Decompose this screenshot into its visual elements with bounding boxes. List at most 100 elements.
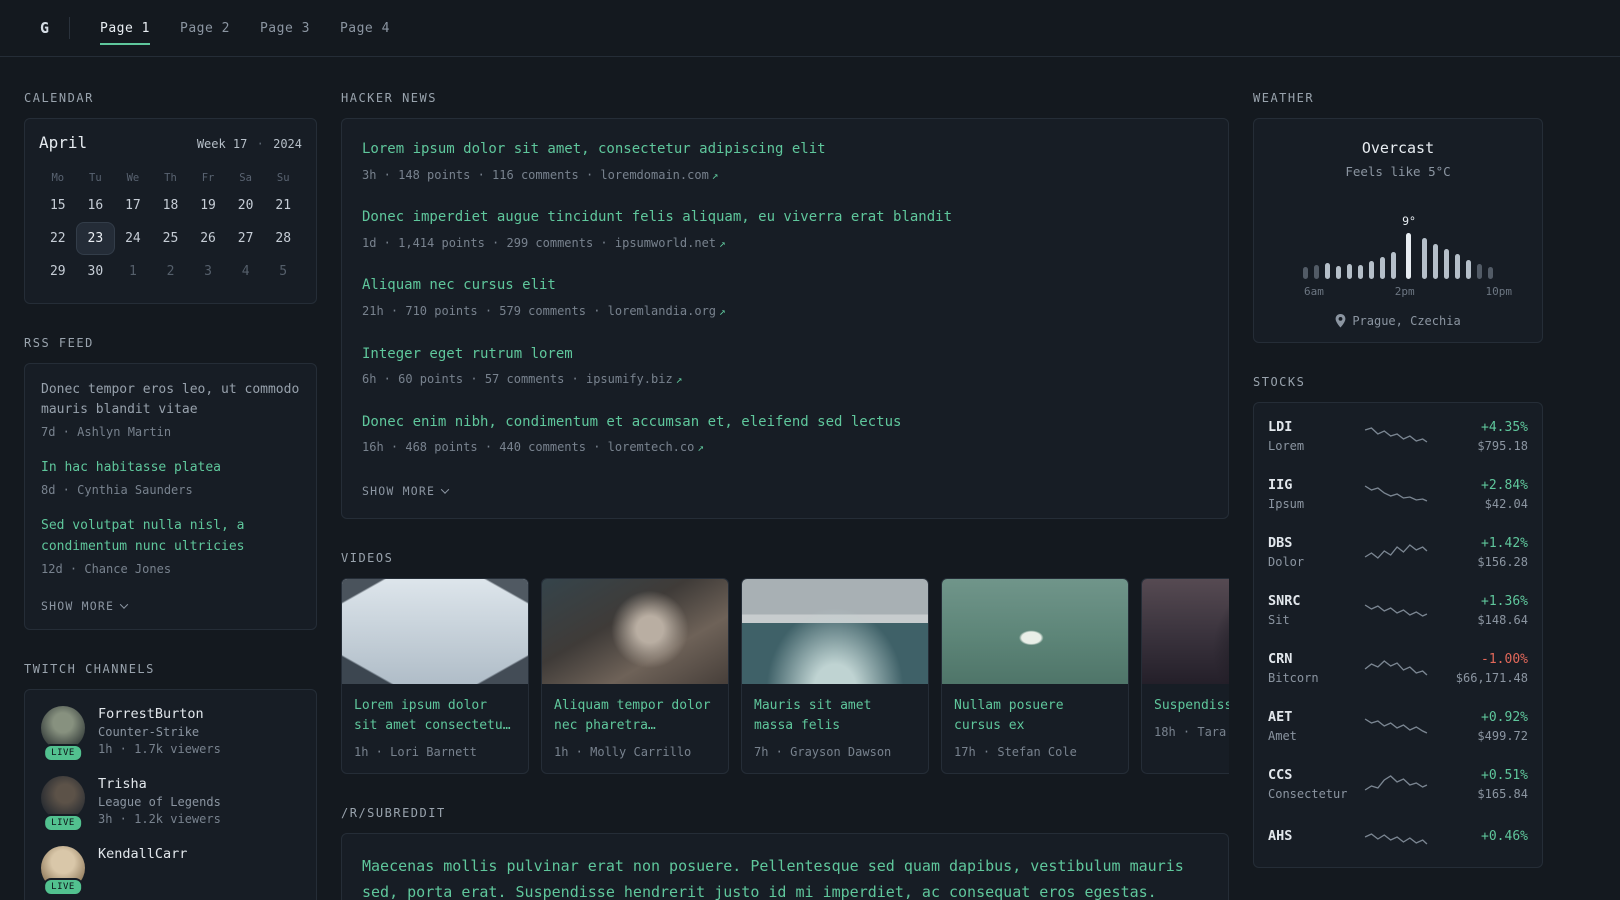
weather-chart: 9° 6am 2pm 10pm bbox=[1270, 193, 1526, 298]
weather-bar bbox=[1314, 265, 1320, 279]
weather-axis-label: 2pm bbox=[1394, 285, 1415, 298]
calendar-card: April Week 17 · 2024 Mo Tu We Th Fr Sa Su 15 16… bbox=[24, 118, 317, 304]
hackernews-item-title[interactable]: Integer eget rutrum lorem bbox=[362, 344, 1208, 366]
page-tab[interactable]: Page 3 bbox=[248, 11, 322, 45]
stock-ticker: AET bbox=[1268, 709, 1293, 725]
rss-item-title[interactable]: Donec tempor eros leo, ut commodo mauris… bbox=[41, 380, 300, 420]
source-link[interactable]: ipsumworld.net bbox=[615, 236, 716, 250]
stock-row[interactable]: CRN Bitcorn -1.00% $66,171.48 bbox=[1268, 639, 1528, 697]
calendar-weekday: We bbox=[126, 172, 140, 184]
stock-values: +4.35% $795.18 bbox=[1438, 420, 1528, 453]
video-card-body: Lorem ipsum dolor sit amet consectetu… 1… bbox=[342, 684, 528, 773]
avatar-wrap: LIVE bbox=[41, 705, 85, 762]
calendar-widget: CALENDAR April Week 17 · 2024 Mo Tu We Th Fr… bbox=[24, 91, 317, 304]
hackernews-item-title[interactable]: Donec enim nibh, condimentum et accumsan… bbox=[362, 412, 1208, 434]
stocks-card: LDI Lorem +4.35% $795.18 IIG Ipsum +2.84… bbox=[1253, 402, 1543, 868]
rss-item-title[interactable]: Sed volutpat nulla nisl, a condimentum n… bbox=[41, 516, 300, 556]
rss-item-title[interactable]: In hac habitasse platea bbox=[41, 458, 300, 478]
twitch-channel-row[interactable]: LIVE ForrestBurton Counter-Strike 1h · 1… bbox=[41, 705, 300, 762]
stock-change: +4.35% bbox=[1481, 419, 1528, 435]
calendar-weekday: Sa bbox=[239, 172, 252, 184]
calendar-day: 18 bbox=[162, 198, 179, 213]
twitch-channel-row[interactable]: LIVE KendallCarr bbox=[41, 845, 300, 896]
twitch-widget: TWITCH CHANNELS LIVE ForrestBurton Count… bbox=[24, 662, 317, 900]
stock-name: Amet bbox=[1268, 729, 1297, 743]
weather-bar bbox=[1421, 238, 1427, 279]
calendar-weekday-row: Mo Tu We Th Fr Sa Su bbox=[39, 168, 302, 188]
channel-name[interactable]: Trisha bbox=[98, 776, 221, 792]
weather-bar bbox=[1391, 252, 1397, 279]
twitch-card: LIVE ForrestBurton Counter-Strike 1h · 1… bbox=[24, 688, 317, 900]
rss-show-more-button[interactable]: SHOW MORE bbox=[41, 595, 129, 613]
video-card[interactable]: Aliquam tempor dolor nec pharetra… 1h · … bbox=[541, 577, 729, 775]
hackernews-item-title[interactable]: Donec imperdiet augue tincidunt felis al… bbox=[362, 207, 1208, 229]
weather-bar-slot bbox=[1432, 193, 1438, 279]
stock-values: +1.42% $156.28 bbox=[1438, 536, 1528, 569]
weather-peak-temp: 9° bbox=[1402, 214, 1416, 228]
rss-item: Donec tempor eros leo, ut commodo mauris… bbox=[41, 380, 300, 441]
weather-bar-slot bbox=[1325, 193, 1331, 279]
video-title: Suspendisse diam bbox=[1154, 697, 1229, 713]
weather-bar-slot bbox=[1465, 193, 1471, 279]
weather-bar-slot bbox=[1303, 193, 1309, 279]
twitch-channel-row[interactable]: LIVE Trisha League of Legends 3h · 1.2k … bbox=[41, 775, 300, 832]
video-card[interactable]: Nullam posuere cursus ex 17h · Stefan Co… bbox=[941, 577, 1129, 775]
channel-info: KendallCarr bbox=[98, 846, 187, 890]
source-link[interactable]: loremdomain.com bbox=[600, 168, 708, 182]
hackernews-heading: HACKER NEWS bbox=[341, 91, 437, 105]
stock-row[interactable]: AET Amet +0.92% $499.72 bbox=[1268, 697, 1528, 755]
channel-name[interactable]: KendallCarr bbox=[98, 846, 187, 862]
stock-row[interactable]: CCS Consectetur +0.51% $165.84 bbox=[1268, 755, 1528, 813]
weather-bar-slot bbox=[1421, 193, 1427, 279]
hackernews-item-meta: 21h · 710 points · 579 comments · loreml… bbox=[362, 302, 1208, 321]
video-thumbnail bbox=[542, 578, 728, 684]
video-card[interactable]: Lorem ipsum dolor sit amet consectetu… 1… bbox=[341, 577, 529, 775]
item-stats: 3h · 148 points · 116 comments · bbox=[362, 167, 594, 182]
hackernews-show-more-button[interactable]: SHOW MORE bbox=[362, 480, 450, 498]
hackernews-item-title[interactable]: Aliquam nec cursus elit bbox=[362, 275, 1208, 297]
calendar-day: 27 bbox=[237, 231, 254, 246]
source-link[interactable]: ipsumify.biz bbox=[586, 372, 673, 386]
stock-row[interactable]: LDI Lorem +4.35% $795.18 bbox=[1268, 407, 1528, 465]
channel-meta: 3h · 1.2k viewers bbox=[98, 811, 221, 826]
calendar-weekday: Th bbox=[164, 172, 177, 184]
page-tab[interactable]: Page 2 bbox=[168, 11, 242, 45]
stock-price: $165.84 bbox=[1477, 786, 1528, 801]
stock-row[interactable]: SNRC Sit +1.36% $148.64 bbox=[1268, 581, 1528, 639]
subreddit-post-title[interactable]: Maecenas mollis pulvinar erat non posuer… bbox=[362, 854, 1208, 900]
calendar-day: 24 bbox=[125, 231, 141, 246]
stock-change: +1.42% bbox=[1481, 535, 1528, 551]
show-more-label: SHOW MORE bbox=[362, 483, 436, 498]
item-stats: 21h · 710 points · 579 comments · bbox=[362, 304, 601, 319]
stock-row[interactable]: IIG Ipsum +2.84% $42.04 bbox=[1268, 465, 1528, 523]
page-tab[interactable]: Page 4 bbox=[328, 11, 402, 45]
stock-row[interactable]: AHS +0.46% bbox=[1268, 813, 1528, 863]
middle-column: HACKER NEWS Lorem ipsum dolor sit amet, … bbox=[341, 91, 1229, 900]
video-card-body: Aliquam tempor dolor nec pharetra… 1h · … bbox=[542, 684, 728, 773]
source-link[interactable]: loremtech.co bbox=[608, 440, 695, 454]
calendar-weekday: Fr bbox=[201, 172, 215, 184]
video-meta: 17h · Stefan Cole bbox=[954, 745, 1077, 760]
source-link[interactable]: loremlandia.org bbox=[608, 304, 716, 318]
page-tab[interactable]: Page 1 bbox=[88, 11, 162, 45]
weather-bar-slot bbox=[1347, 193, 1353, 279]
subreddit-post: Maecenas mollis pulvinar erat non posuer… bbox=[362, 854, 1208, 900]
video-card[interactable]: Mauris sit amet massa felis 7h · Grayson… bbox=[741, 577, 929, 775]
live-badge: LIVE bbox=[43, 743, 83, 762]
hackernews-item: Lorem ipsum dolor sit amet, consectetur … bbox=[362, 139, 1208, 184]
hackernews-widget: HACKER NEWS Lorem ipsum dolor sit amet, … bbox=[341, 91, 1229, 519]
hackernews-item-meta: 6h · 60 points · 57 comments · ipsumify.… bbox=[362, 370, 1208, 389]
channel-game: Counter-Strike bbox=[98, 724, 200, 739]
channel-name[interactable]: ForrestBurton bbox=[98, 706, 221, 722]
stock-name: Lorem bbox=[1268, 439, 1305, 453]
app-logo[interactable]: G bbox=[40, 19, 49, 37]
hackernews-item-title[interactable]: Lorem ipsum dolor sit amet, consectetur … bbox=[362, 139, 1208, 161]
stock-sparkline bbox=[1364, 544, 1428, 559]
stock-name: Bitcorn bbox=[1268, 671, 1319, 685]
stock-row[interactable]: DBS Dolor +1.42% $156.28 bbox=[1268, 523, 1528, 581]
hackernews-list: Lorem ipsum dolor sit amet, consectetur … bbox=[362, 139, 1208, 457]
video-card[interactable]: Suspendisse diam 18h · Tara bbox=[1141, 577, 1229, 775]
hackernews-item: Integer eget rutrum lorem 6h · 60 points… bbox=[362, 344, 1208, 389]
rss-item: In hac habitasse platea 8d · Cynthia Sau… bbox=[41, 458, 300, 499]
stock-price: $66,171.48 bbox=[1455, 670, 1528, 685]
